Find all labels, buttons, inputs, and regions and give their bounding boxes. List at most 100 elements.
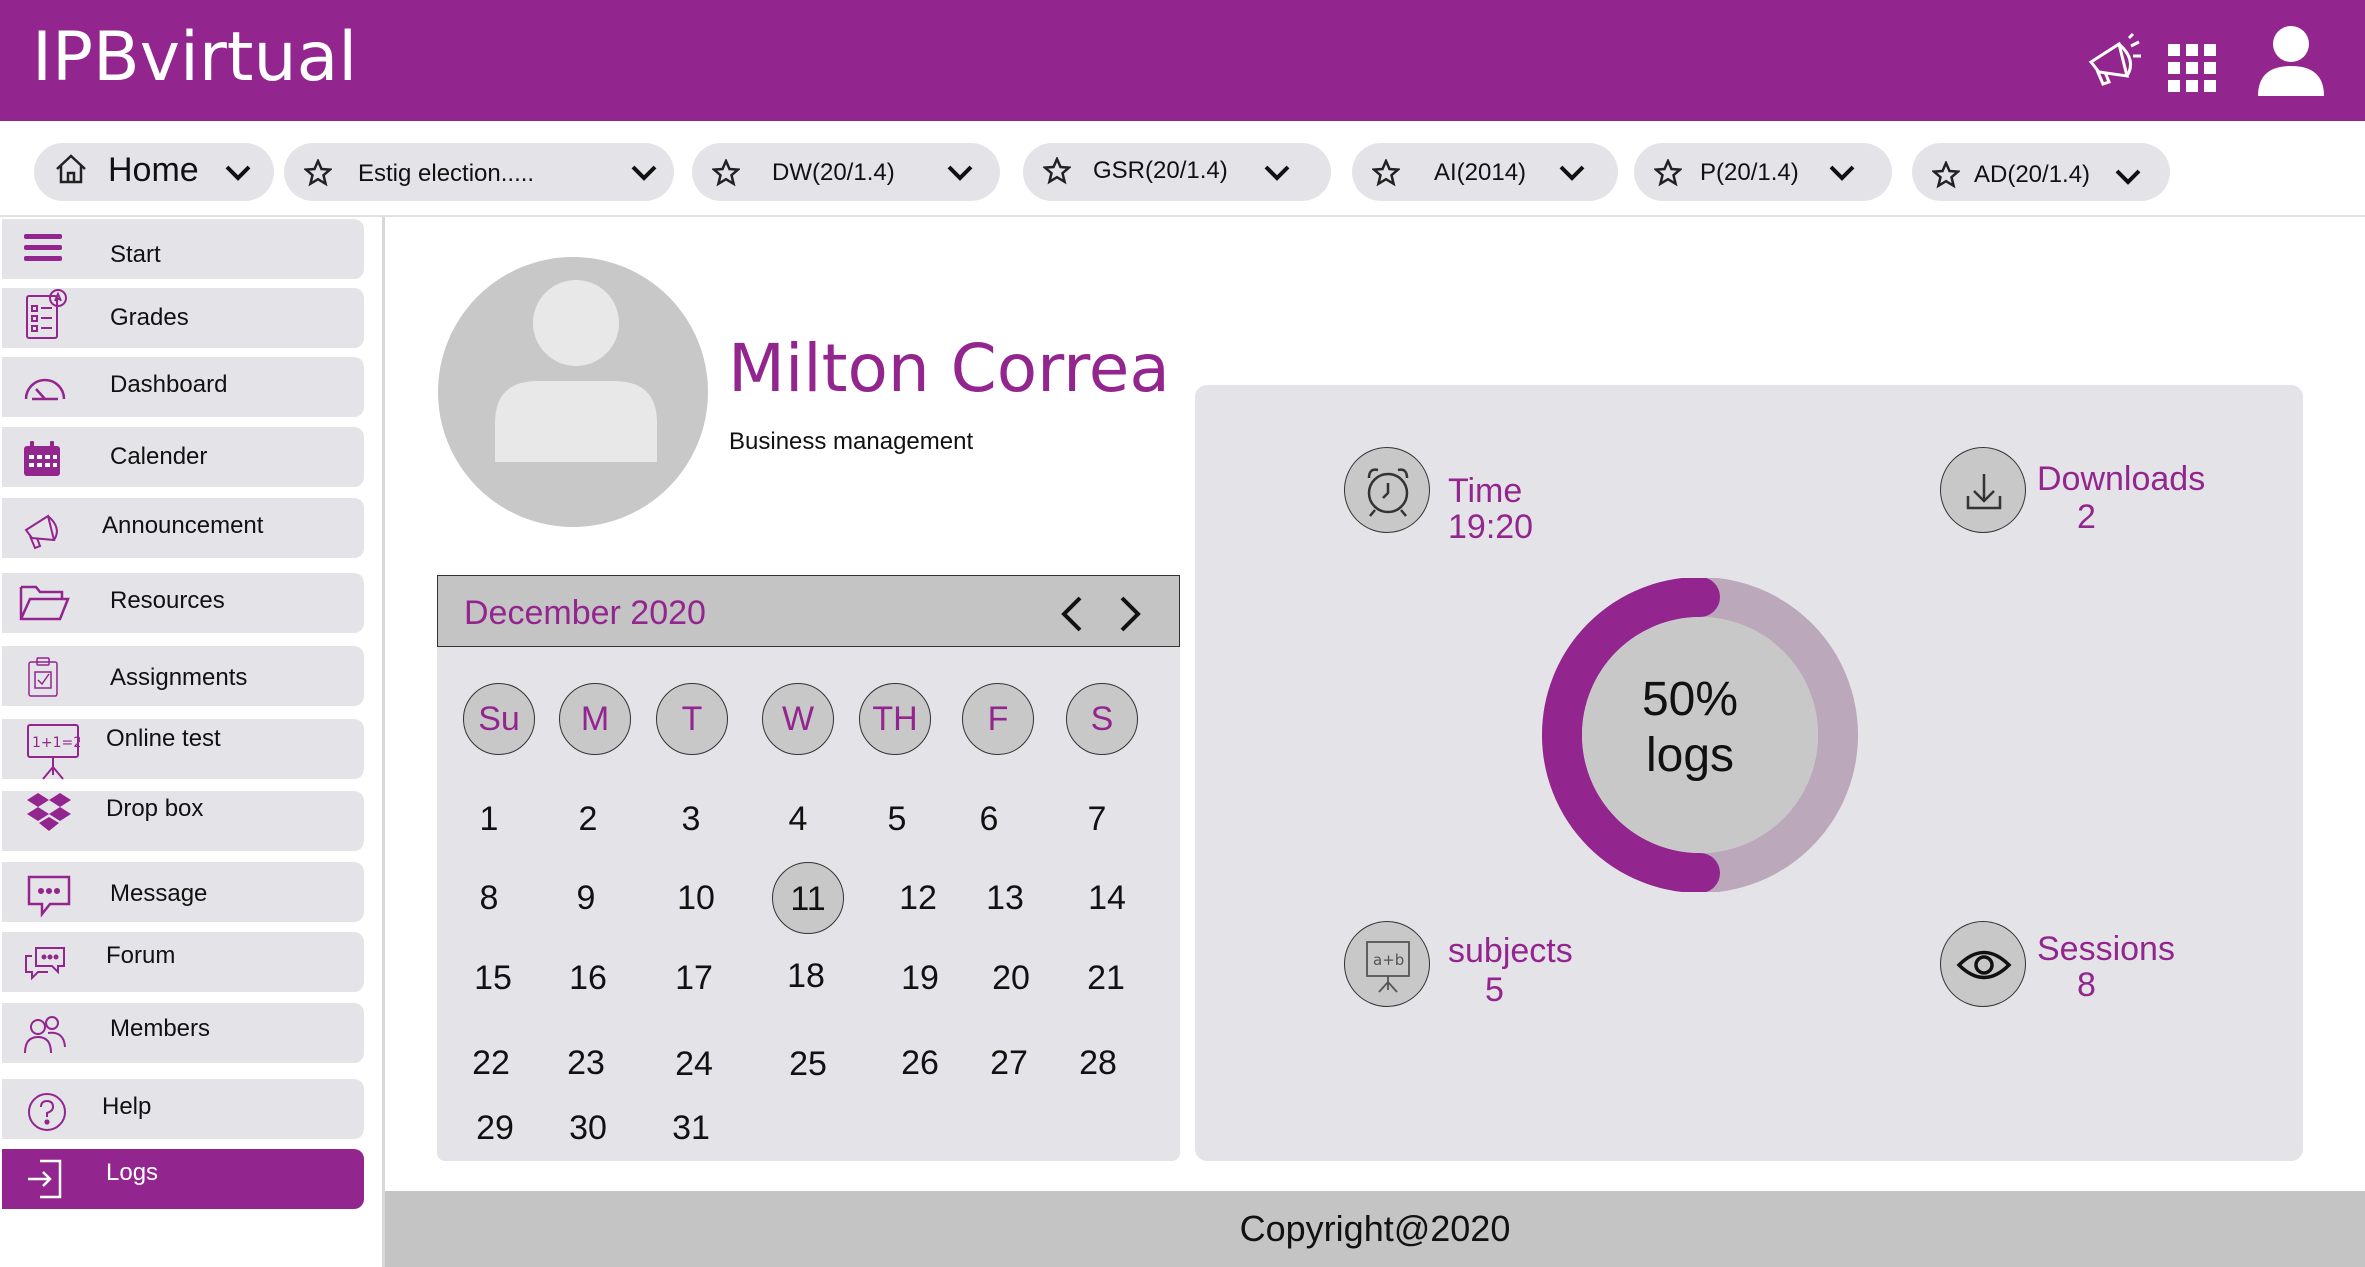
chevron-down-icon[interactable] bbox=[1828, 164, 1856, 187]
menu-icon bbox=[22, 233, 64, 268]
sidebar-item-members[interactable]: Members bbox=[2, 1003, 364, 1063]
sidebar-item-forum[interactable]: Forum bbox=[2, 932, 364, 992]
calendar-day-selected[interactable]: 11 bbox=[772, 862, 844, 934]
megaphone-icon[interactable] bbox=[2083, 32, 2143, 97]
calendar-day[interactable]: 2 bbox=[553, 797, 623, 841]
calendar-day[interactable]: 9 bbox=[551, 876, 621, 920]
forum-icon bbox=[22, 942, 68, 989]
svg-text:1+1=2: 1+1=2 bbox=[32, 735, 80, 751]
calendar-day[interactable]: 20 bbox=[976, 956, 1046, 1000]
sidebar-item-label: Dashboard bbox=[110, 371, 228, 398]
tab-course-p[interactable]: P(20/1.4) bbox=[1634, 143, 1892, 201]
chevron-down-icon[interactable] bbox=[946, 164, 974, 187]
message-icon bbox=[26, 874, 72, 923]
avatar[interactable] bbox=[438, 257, 708, 527]
chevron-down-icon[interactable] bbox=[224, 164, 252, 187]
calendar-day[interactable]: 24 bbox=[659, 1042, 729, 1086]
star-icon bbox=[1370, 157, 1402, 192]
calendar-month-label: December 2020 bbox=[464, 594, 706, 632]
calendar-day[interactable]: 15 bbox=[458, 956, 528, 1000]
tab-label: AD(20/1.4) bbox=[1974, 161, 2091, 188]
sidebar-item-dashboard[interactable]: Dashboard bbox=[2, 357, 364, 417]
calendar-day[interactable]: 10 bbox=[661, 876, 731, 920]
sidebar-item-label: Online test bbox=[106, 725, 221, 752]
calendar-day[interactable]: 3 bbox=[656, 797, 726, 841]
sidebar-item-grades[interactable]: Grades bbox=[2, 288, 364, 348]
tab-course-estig-election[interactable]: Estig election..... bbox=[284, 143, 674, 201]
star-icon bbox=[302, 157, 334, 192]
help-icon bbox=[26, 1091, 68, 1138]
app-title: IPBvirtual bbox=[32, 18, 358, 97]
sidebar-item-message[interactable]: Message bbox=[2, 862, 364, 922]
sidebar-item-help[interactable]: Help bbox=[2, 1079, 364, 1139]
calendar-day[interactable]: 12 bbox=[883, 876, 953, 920]
download-icon[interactable] bbox=[1940, 447, 2026, 533]
calendar-day[interactable]: 30 bbox=[553, 1106, 623, 1150]
sidebar-item-start[interactable]: Start bbox=[2, 219, 364, 279]
sidebar-item-resources[interactable]: Resources bbox=[2, 573, 364, 633]
sidebar-item-assignments[interactable]: Assignments bbox=[2, 646, 364, 706]
sidebar-item-calender[interactable]: Calender bbox=[2, 427, 364, 487]
weekday-header: Su bbox=[463, 683, 535, 755]
star-icon bbox=[710, 157, 742, 192]
eye-icon[interactable] bbox=[1940, 921, 2026, 1007]
calendar-day[interactable]: 1 bbox=[454, 797, 524, 841]
chevron-down-icon[interactable] bbox=[1558, 164, 1586, 187]
sidebar-item-drop-box[interactable]: Drop box bbox=[2, 791, 364, 851]
members-icon bbox=[22, 1013, 68, 1062]
stat-time-label: Time bbox=[1448, 472, 1523, 510]
star-icon bbox=[1652, 157, 1684, 192]
calendar-day[interactable]: 19 bbox=[885, 956, 955, 1000]
calendar-day[interactable]: 25 bbox=[773, 1042, 843, 1086]
sidebar-item-label: Logs bbox=[106, 1159, 159, 1186]
sidebar-item-online-test[interactable]: 1+1=2 Online test bbox=[2, 719, 364, 780]
stat-subjects-value: 5 bbox=[1485, 971, 1504, 1009]
calendar-day[interactable]: 8 bbox=[454, 876, 524, 920]
calendar-day[interactable]: 27 bbox=[974, 1041, 1044, 1085]
calendar-day[interactable]: 28 bbox=[1063, 1041, 1133, 1085]
tab-course-ad[interactable]: AD(20/1.4) bbox=[1912, 143, 2170, 201]
tab-course-ai[interactable]: AI(2014) bbox=[1352, 143, 1618, 201]
calendar-day[interactable]: 6 bbox=[954, 797, 1024, 841]
calendar-day[interactable]: 21 bbox=[1071, 956, 1141, 1000]
calendar-day[interactable]: 16 bbox=[553, 956, 623, 1000]
logs-progress-text: 50% logs bbox=[1590, 672, 1790, 784]
gauge-icon bbox=[22, 369, 68, 410]
clipboard-icon bbox=[26, 656, 60, 703]
sidebar-item-logs[interactable]: Logs bbox=[2, 1149, 364, 1209]
calendar-day[interactable]: 22 bbox=[456, 1041, 526, 1085]
tab-course-gsr[interactable]: GSR(20/1.4) bbox=[1023, 143, 1331, 201]
stat-sessions-value: 8 bbox=[2077, 966, 2096, 1004]
chevron-down-icon[interactable] bbox=[1263, 164, 1291, 187]
user-silhouette-icon bbox=[495, 280, 657, 462]
calendar-day[interactable]: 26 bbox=[885, 1041, 955, 1085]
calendar-day[interactable]: 18 bbox=[771, 954, 841, 998]
user-department: Business management bbox=[729, 428, 974, 455]
chevron-down-icon[interactable] bbox=[2114, 168, 2142, 191]
tab-label: Home bbox=[108, 151, 199, 189]
stat-sessions-label: Sessions bbox=[2037, 930, 2175, 968]
sidebar-item-label: Grades bbox=[110, 304, 189, 331]
chevron-right-icon[interactable] bbox=[1116, 594, 1144, 639]
calendar-day[interactable]: 31 bbox=[656, 1106, 726, 1150]
calendar-day[interactable]: 23 bbox=[551, 1041, 621, 1085]
user-icon[interactable] bbox=[2256, 24, 2326, 101]
calendar-day[interactable]: 4 bbox=[763, 797, 833, 841]
stat-time-value: 19:20 bbox=[1448, 508, 1534, 546]
sidebar-item-announcement[interactable]: Announcement bbox=[2, 498, 364, 558]
calendar-day[interactable]: 5 bbox=[862, 797, 932, 841]
weekday-header: T bbox=[656, 683, 728, 755]
calendar-day[interactable]: 17 bbox=[659, 956, 729, 1000]
tab-home[interactable]: Home bbox=[34, 143, 274, 201]
calendar-day[interactable]: 7 bbox=[1062, 797, 1132, 841]
calendar-day[interactable]: 14 bbox=[1072, 876, 1142, 920]
calendar-day[interactable]: 29 bbox=[460, 1106, 530, 1150]
apps-grid-icon[interactable] bbox=[2166, 42, 2218, 99]
alarm-clock-icon bbox=[1344, 447, 1430, 533]
sidebar-item-label: Calender bbox=[110, 443, 208, 470]
sidebar-item-label: Help bbox=[102, 1093, 152, 1120]
chevron-left-icon[interactable] bbox=[1058, 594, 1086, 639]
chevron-down-icon[interactable] bbox=[630, 164, 658, 187]
tab-course-dw[interactable]: DW(20/1.4) bbox=[692, 143, 1000, 201]
calendar-day[interactable]: 13 bbox=[970, 876, 1040, 920]
